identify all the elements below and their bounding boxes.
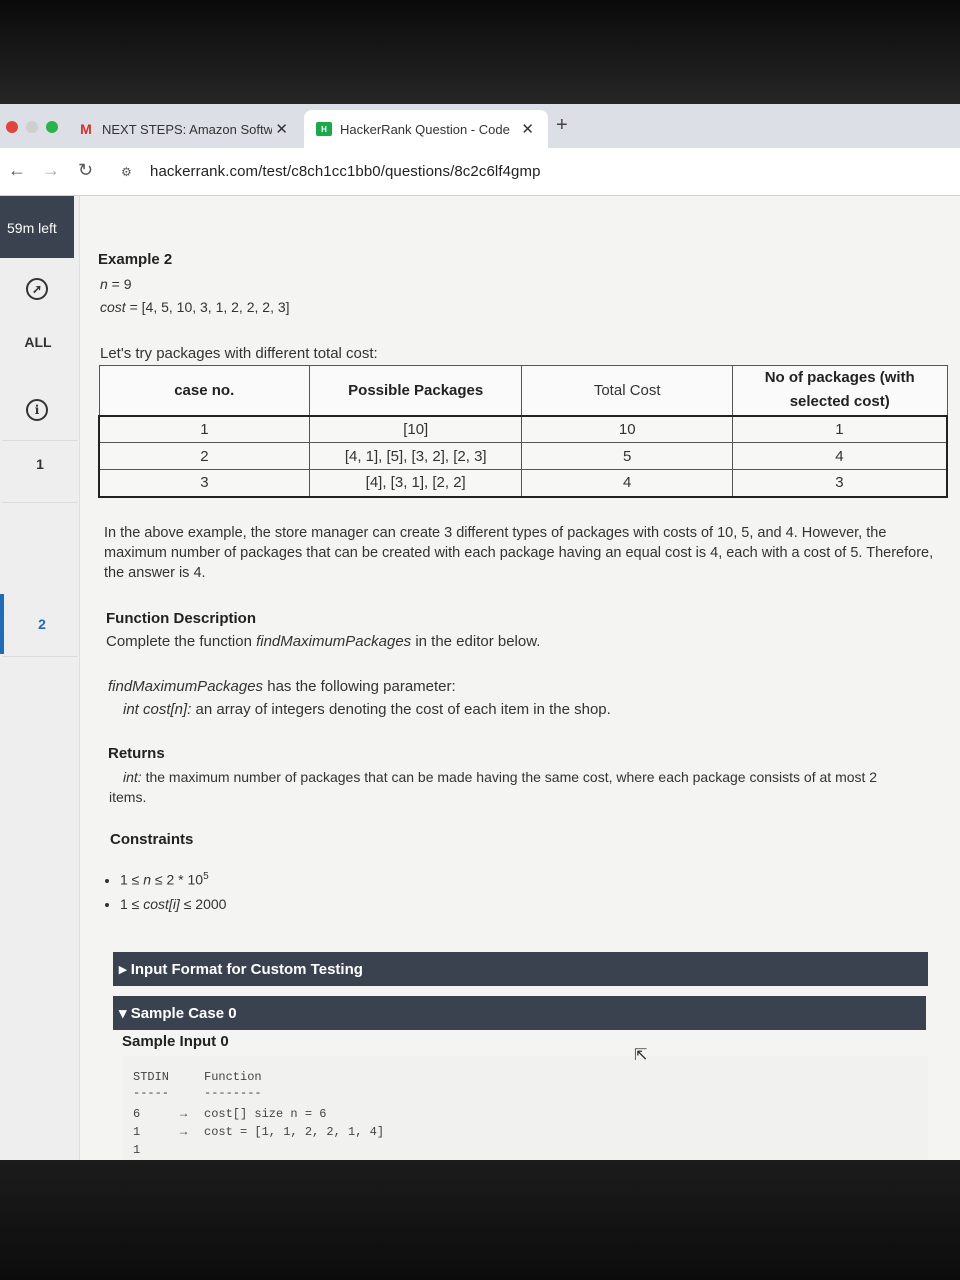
parameter-desc: int cost[n]: an array of integers denoti… [123, 701, 611, 718]
divider: -------- [204, 1086, 262, 1100]
function-comment: cost = [1, 1, 2, 2, 1, 4] [204, 1125, 385, 1139]
site-settings-icon[interactable]: ⚙ [121, 165, 132, 179]
parameter-intro: findMaximumPackages has the following pa… [108, 678, 456, 695]
table-cell: 5 [521, 442, 733, 470]
close-tab-icon[interactable]: ✕ [521, 120, 534, 138]
column-header: Total Cost [521, 365, 733, 416]
forward-arrow-icon[interactable]: → [42, 160, 60, 181]
problem-statement: Example 2 n = 9 cost = [4, 5, 10, 3, 1, … [80, 196, 960, 1160]
tab-title: HackerRank Question - Code [340, 121, 510, 137]
stdin-header: STDIN [133, 1070, 170, 1084]
table-cell: 10 [521, 415, 733, 443]
returns-desc: int: the maximum number of packages that… [109, 769, 878, 805]
reload-icon[interactable]: ↻ [78, 160, 93, 181]
function-description-text: Complete the function findMaximumPackage… [106, 633, 541, 650]
tab-title: NEXT STEPS: Amazon Softwa [102, 121, 272, 137]
time-remaining: 59m left [0, 196, 74, 258]
rail-item-all[interactable]: ALL [0, 334, 78, 350]
column-header: Possible Packages [308, 365, 523, 416]
table-cell: 4 [731, 442, 948, 470]
compass-icon[interactable]: ➚ [26, 278, 48, 300]
tab-gmail[interactable]: M NEXT STEPS: Amazon Softwa ✕ [72, 110, 302, 148]
table-cell: 3 [731, 469, 948, 497]
explanation-text: In the above example, the store manager … [104, 525, 934, 581]
table-cell: 1 [731, 415, 948, 443]
example-n: n = 9 [100, 276, 132, 292]
table-cell: 2 [98, 442, 310, 470]
stdin-value: 1 [133, 1143, 141, 1157]
divider: ----- [133, 1086, 170, 1100]
column-header: case no. [98, 365, 310, 416]
address-bar[interactable]: hackerrank.com/test/c8ch1cc1bb0/question… [150, 163, 541, 180]
function-comment: cost[] size n = 6 [204, 1107, 327, 1121]
divider [2, 656, 78, 657]
divider [2, 440, 78, 441]
constraints-heading: Constraints [110, 831, 194, 848]
maximize-window-button[interactable] [46, 121, 58, 133]
tab-bar: M NEXT STEPS: Amazon Softwa ✕ H HackerRa… [0, 104, 960, 148]
returns-heading: Returns [108, 745, 165, 762]
browser-toolbar: ← → ↻ ⚙ hackerrank.com/test/c8ch1cc1bb0/… [0, 148, 960, 196]
minimize-window-button[interactable] [26, 121, 38, 133]
screen: M NEXT STEPS: Amazon Softwa ✕ H HackerRa… [0, 104, 960, 1160]
table-row: 3 [4], [3, 1], [2, 2] 4 3 [98, 469, 948, 497]
constraint-item: 1 ≤ cost[i] ≤ 2000 [120, 895, 226, 913]
table-intro: Let's try packages with different total … [100, 345, 378, 362]
arrow-icon: → [180, 1125, 188, 1139]
function-header: Function [204, 1070, 262, 1084]
mouse-cursor-icon: ⇱ [634, 1047, 648, 1064]
table-cell: 1 [98, 415, 310, 443]
example-cost: cost = [4, 5, 10, 3, 1, 2, 2, 2, 3] [100, 299, 290, 315]
rail-item-question-1[interactable]: 1 [0, 456, 80, 472]
question-nav-rail: 59m left ➚ ALL i 1 2 [0, 196, 80, 1160]
info-icon[interactable]: i [26, 399, 48, 421]
monitor-bezel-top [0, 0, 960, 104]
example-heading: Example 2 [98, 251, 173, 268]
function-description-heading: Function Description [106, 610, 256, 627]
sample-case-toggle[interactable]: ▾ Sample Case 0 [113, 996, 926, 1030]
constraint-item: 1 ≤ n ≤ 2 * 105 [120, 868, 226, 889]
gmail-icon: M [80, 121, 92, 137]
close-window-button[interactable] [6, 121, 18, 133]
stdin-value: 1 [133, 1125, 141, 1139]
stdin-value: 6 [133, 1107, 141, 1121]
constraints-list: 1 ≤ n ≤ 2 * 105 1 ≤ cost[i] ≤ 2000 [120, 868, 226, 919]
table-cell: 4 [521, 469, 733, 497]
input-format-toggle[interactable]: ▸ Input Format for Custom Testing [113, 952, 928, 986]
arrow-icon: → [180, 1107, 188, 1121]
sample-input-heading: Sample Input 0 [122, 1033, 229, 1050]
new-tab-button[interactable]: + [556, 114, 568, 137]
divider [2, 502, 78, 503]
sample-input-block: STDIN Function ----- -------- 6 → cost[]… [122, 1056, 928, 1160]
rail-item-question-2[interactable]: 2 [2, 616, 82, 632]
table-cell: 3 [98, 469, 310, 497]
table-cell: [4, 1], [5], [3, 2], [2, 3] [308, 442, 523, 470]
table-row: 2 [4, 1], [5], [3, 2], [2, 3] 5 4 [98, 442, 948, 470]
back-arrow-icon[interactable]: ← [8, 160, 26, 181]
table-row: 1 [10] 10 1 [98, 415, 948, 443]
close-tab-icon[interactable]: ✕ [275, 120, 288, 138]
packages-table: case no. Possible Packages Total Cost No… [98, 365, 948, 498]
tab-hackerrank[interactable]: H HackerRank Question - Code ✕ [304, 110, 548, 148]
column-header: No of packages (with selected cost) [731, 365, 948, 416]
monitor-bezel-bottom [0, 1160, 960, 1280]
table-cell: [4], [3, 1], [2, 2] [308, 469, 523, 497]
table-cell: [10] [308, 415, 523, 443]
hackerrank-icon: H [316, 122, 332, 136]
